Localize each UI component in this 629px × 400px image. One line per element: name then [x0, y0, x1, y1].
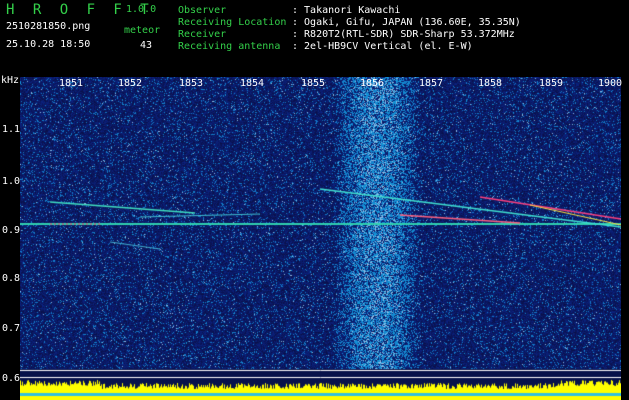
meteor-count-value: 43	[140, 40, 153, 51]
freq-tick: 0.7	[2, 323, 21, 334]
time-tick: 1855	[301, 78, 326, 89]
spectrogram-canvas	[20, 77, 621, 400]
time-tick: 1852	[118, 78, 143, 89]
time-tick: 1858	[478, 78, 503, 89]
capture-datetime: 25.10.28 18:50	[6, 39, 91, 50]
meteor-count-label: meteor	[124, 25, 161, 36]
antenna-label: Receiving antenna	[178, 41, 281, 52]
time-tick: 1851	[59, 78, 84, 89]
antenna-value: : 2el-HB9CV Vertical (el. E-W)	[292, 41, 473, 52]
freq-tick: 0.8	[2, 273, 21, 284]
time-tick: 1854	[240, 78, 265, 89]
app-version: 1.0.0	[126, 4, 157, 15]
time-tick: 1856	[360, 78, 385, 89]
time-tick: 1857	[419, 78, 444, 89]
freq-tick: 0.9	[2, 225, 21, 236]
time-tick: 1900	[598, 78, 623, 89]
frequency-unit-label: kHz	[1, 75, 20, 86]
time-tick: 1859	[539, 78, 564, 89]
hrofft-window: H R O F F T 1.0.0 2510281850.png 25.10.2…	[0, 0, 629, 400]
time-tick: 1853	[179, 78, 204, 89]
time-axis: 1851 1852 1853 1854 1855 1856 1857 1858 …	[20, 78, 623, 92]
receiver-value: : R820T2(RTL-SDR) SDR-Sharp 53.372MHz	[292, 29, 515, 40]
freq-tick: 1.1	[2, 124, 21, 135]
receiver-label: Receiver	[178, 29, 227, 40]
location-label: Receiving Location	[178, 17, 287, 28]
observer-label: Observer	[178, 5, 227, 16]
observer-value: : Takanori Kawachi	[292, 5, 401, 16]
freq-tick: 1.0	[2, 176, 21, 187]
freq-tick: 0.6	[2, 373, 21, 384]
image-filename: 2510281850.png	[6, 21, 91, 32]
location-value: : Ogaki, Gifu, JAPAN (136.60E, 35.35N)	[292, 17, 521, 28]
